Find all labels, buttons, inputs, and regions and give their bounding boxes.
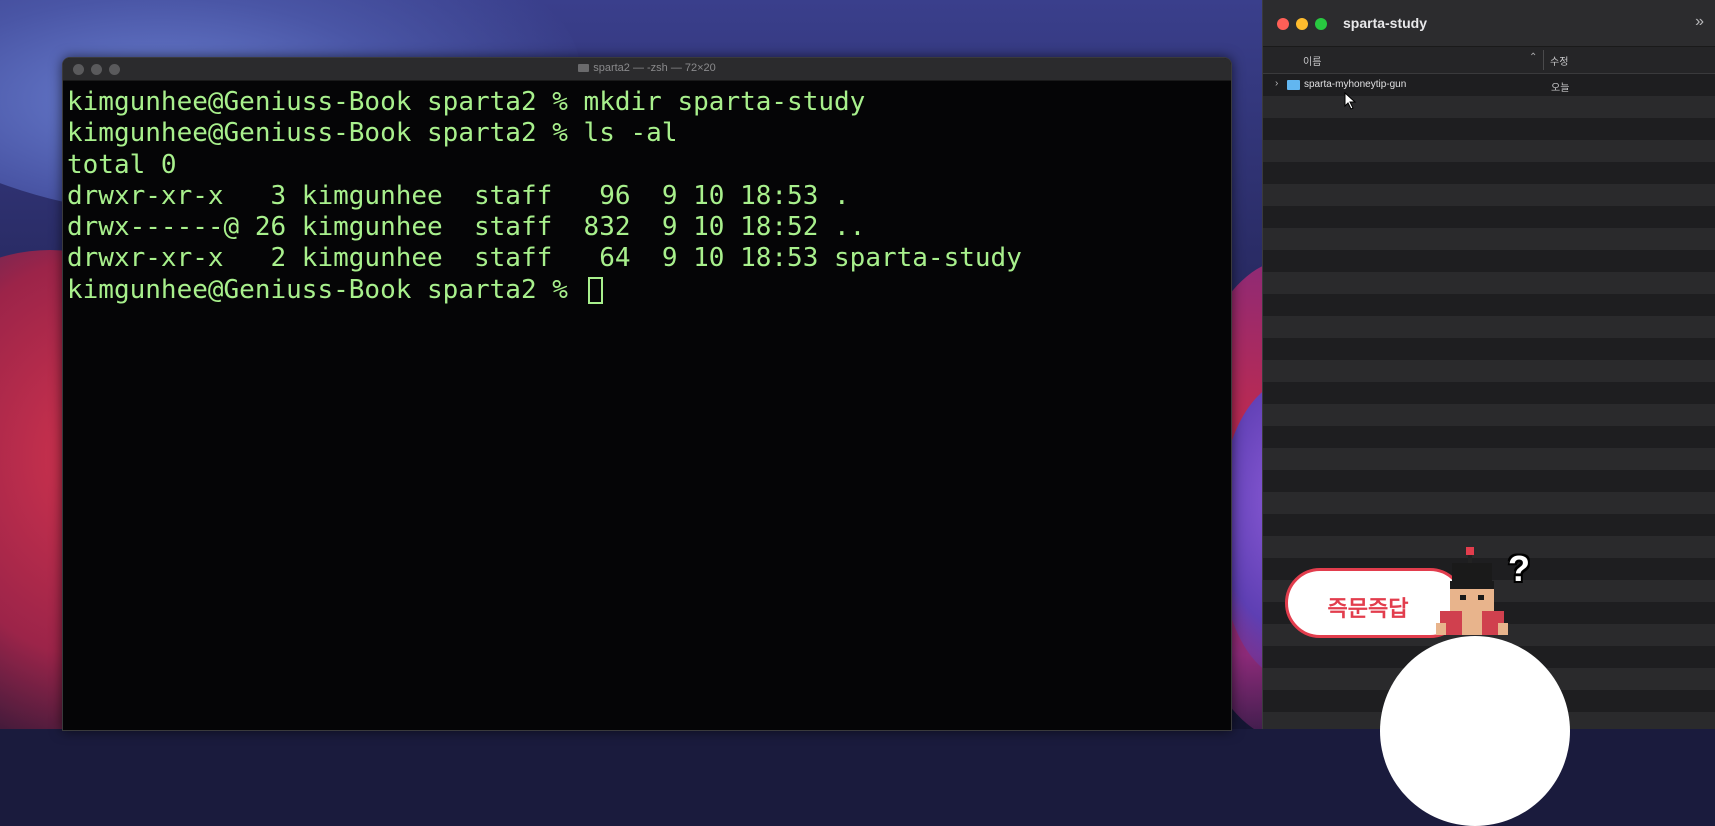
folder-icon [578,64,590,72]
column-header: 이름 ⌃ 수정 [1263,46,1715,74]
terminal-prompt: kimgunhee@Geniuss-Book sparta2 % [67,274,584,305]
terminal-output[interactable]: kimgunhee@Geniuss-Book sparta2 % mkdir s… [63,81,1231,306]
terminal-line: total 0 [67,149,177,180]
badge-label: 즉문즉답 [1327,596,1409,621]
chevron-double-right-icon[interactable]: » [1695,13,1704,31]
terminal-line: drwx------@ 26 kimgunhee staff 832 9 10 … [67,212,866,243]
close-button[interactable] [1277,18,1289,30]
terminal-title: sparta2 — -zsh — 72×20 [63,62,1231,74]
presenter-avatar [1380,636,1570,826]
finder-title: sparta-study [1343,15,1428,31]
question-mark: ? [1508,548,1530,589]
chevron-up-icon[interactable]: ⌃ [1529,52,1537,63]
column-divider[interactable] [1543,50,1544,70]
minimize-button[interactable] [1296,18,1308,30]
disclosure-triangle-icon[interactable]: › [1275,78,1278,89]
mouse-pointer-icon [1344,92,1357,110]
file-name: sparta-myhoneytip-gun [1304,79,1407,90]
terminal-window[interactable]: sparta2 — -zsh — 72×20 kimgunhee@Geniuss… [62,57,1232,731]
file-row[interactable]: › sparta-myhoneytip-gun 오늘 [1263,74,1715,96]
zoom-button[interactable] [1315,18,1327,30]
column-name-header[interactable]: 이름 [1303,53,1321,68]
text-cursor [587,276,603,304]
pixel-mascot-icon [1436,547,1508,635]
terminal-line: kimgunhee@Geniuss-Book sparta2 % mkdir s… [67,87,866,117]
file-date: 오늘 [1551,83,1570,94]
folder-icon [1287,80,1300,90]
column-modified-header[interactable]: 수정 [1550,53,1568,68]
terminal-line: drwxr-xr-x 2 kimgunhee staff 64 9 10 18:… [67,243,1022,274]
terminal-prompt-line[interactable]: kimgunhee@Geniuss-Book sparta2 % [67,275,1227,306]
finder-titlebar[interactable]: sparta-study » [1263,0,1715,46]
terminal-line: kimgunhee@Geniuss-Book sparta2 % ls -al [67,118,678,149]
terminal-line: drwxr-xr-x 3 kimgunhee staff 96 9 10 18:… [67,180,850,211]
terminal-titlebar[interactable]: sparta2 — -zsh — 72×20 [63,58,1231,81]
